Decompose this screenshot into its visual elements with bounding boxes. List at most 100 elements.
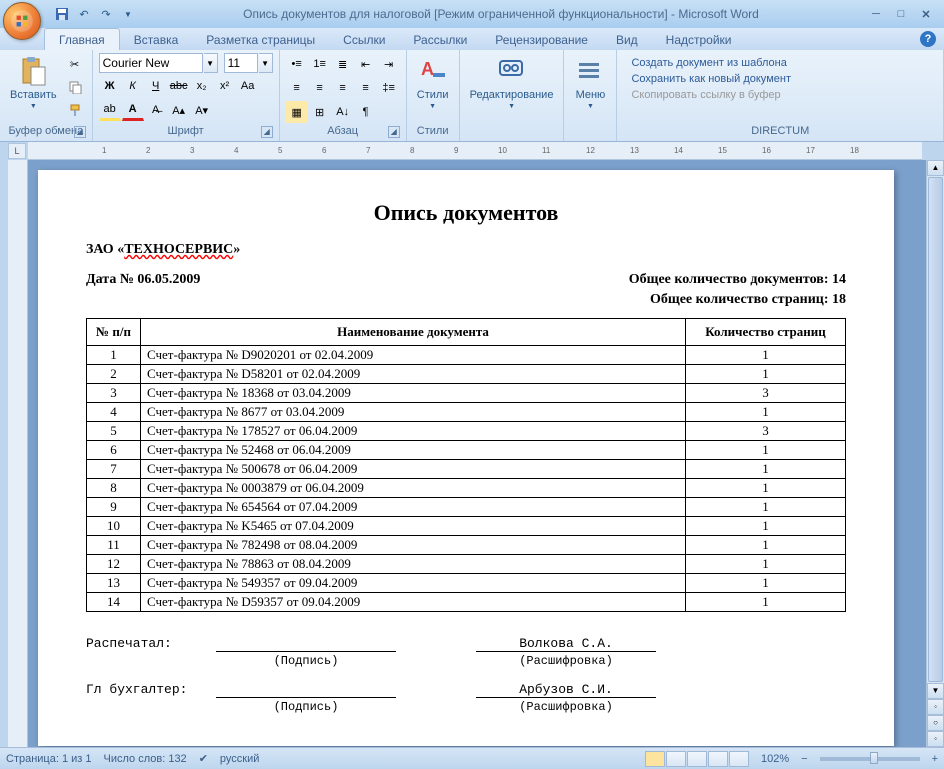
table-row: 9Счет-фактура № 654564 от 07.04.20091 (87, 498, 846, 517)
show-marks-icon[interactable]: ¶ (355, 101, 377, 123)
indent-right-icon[interactable]: ⇥ (378, 53, 400, 75)
dialog-launcher-icon[interactable]: ◢ (388, 126, 400, 138)
vertical-scrollbar[interactable]: ▲ ▼ ◦ ○ ◦ (926, 160, 944, 747)
multilevel-icon[interactable]: ≣ (332, 53, 354, 75)
change-case-icon[interactable]: Aa (237, 75, 259, 97)
subscript-icon[interactable]: x₂ (191, 75, 213, 97)
format-painter-icon[interactable] (64, 99, 86, 121)
tab-addins[interactable]: Надстройки (652, 29, 746, 50)
view-full-screen[interactable] (666, 751, 686, 767)
zoom-in-icon[interactable]: + (932, 753, 938, 765)
office-button[interactable] (3, 2, 41, 40)
chevron-down-icon[interactable]: ▼ (204, 53, 218, 73)
signatures: Распечатал: Волкова С.А. (Подпись) (Расш… (86, 636, 846, 714)
zoom-out-icon[interactable]: − (801, 753, 807, 765)
highlight-icon[interactable]: ab (99, 99, 121, 121)
group-font: ▼ ▼ Ж К Ч abc x₂ x² Aa ab A A̶ A▴ A▾ Шри… (93, 50, 280, 141)
link-save-as-new[interactable]: Сохранить как новый документ (631, 73, 791, 85)
tab-review[interactable]: Рецензирование (481, 29, 602, 50)
indent-left-icon[interactable]: ⇤ (355, 53, 377, 75)
scroll-up-icon[interactable]: ▲ (927, 160, 944, 176)
copy-icon[interactable] (64, 76, 86, 98)
table-row: 12Счет-фактура № 78863 от 08.04.20091 (87, 555, 846, 574)
status-language[interactable]: русский (220, 753, 259, 765)
bold-icon[interactable]: Ж (99, 75, 121, 97)
bullets-icon[interactable]: •≡ (286, 53, 308, 75)
group-directum: Создать документ из шаблона Сохранить ка… (617, 50, 944, 141)
prev-page-icon[interactable]: ◦ (927, 699, 944, 715)
superscript-icon[interactable]: x² (214, 75, 236, 97)
borders-icon[interactable]: ⊞ (309, 101, 331, 123)
line-spacing-icon[interactable]: ‡≡ (378, 77, 400, 99)
undo-icon[interactable]: ↶ (74, 4, 94, 24)
tab-home[interactable]: Главная (44, 28, 120, 50)
tab-mailings[interactable]: Рассылки (399, 29, 481, 50)
vertical-ruler[interactable] (8, 160, 28, 747)
proofing-icon[interactable]: ✔ (199, 752, 208, 765)
group-styles: AСтили▼ Стили (407, 50, 460, 141)
tab-page-layout[interactable]: Разметка страницы (192, 29, 329, 50)
save-icon[interactable] (52, 4, 72, 24)
scroll-down-icon[interactable]: ▼ (927, 683, 944, 699)
ruler-corner[interactable]: L (8, 143, 26, 159)
grow-font-icon[interactable]: A▴ (168, 99, 190, 121)
italic-icon[interactable]: К (122, 75, 144, 97)
font-color-icon[interactable]: A (122, 99, 144, 121)
group-clipboard: Вставить ▼ ✂ Буфер обмена◢ (0, 50, 93, 141)
table-row: 2Счет-фактура № D58201 от 02.04.20091 (87, 365, 846, 384)
dialog-launcher-icon[interactable]: ◢ (261, 126, 273, 138)
tab-insert[interactable]: Вставка (120, 29, 193, 50)
quick-access-toolbar: ↶ ↷ ▼ (52, 4, 138, 24)
scroll-thumb[interactable] (928, 177, 943, 682)
tab-view[interactable]: Вид (602, 29, 652, 50)
table-row: 6Счет-фактура № 52468 от 06.04.20091 (87, 441, 846, 460)
th-name: Наименование документа (141, 319, 686, 346)
font-size-input[interactable] (224, 53, 258, 73)
underline-icon[interactable]: Ч (145, 75, 167, 97)
view-web[interactable] (687, 751, 707, 767)
link-create-from-template[interactable]: Создать документ из шаблона (631, 57, 791, 69)
clear-format-icon[interactable]: A̶ (145, 99, 167, 121)
status-page[interactable]: Страница: 1 из 1 (6, 753, 92, 765)
horizontal-ruler[interactable]: 123456789101112131415161718 (28, 142, 922, 160)
document-area[interactable]: Опись документов ЗАО «ТЕХНОСЕРВИС» Дата … (28, 160, 926, 747)
browse-object-icon[interactable]: ○ (927, 715, 944, 731)
numbering-icon[interactable]: 1≡ (309, 53, 331, 75)
ribbon: Вставить ▼ ✂ Буфер обмена◢ ▼ ▼ Ж К Ч abc (0, 50, 944, 142)
th-pages: Количество страниц (686, 319, 846, 346)
qat-more-icon[interactable]: ▼ (118, 4, 138, 24)
align-center-icon[interactable]: ≡ (309, 77, 331, 99)
cut-icon[interactable]: ✂ (64, 53, 86, 75)
signer-2-name: Арбузов С.И. (476, 682, 656, 698)
editing-button[interactable]: Редактирование▼ (466, 53, 558, 112)
tab-references[interactable]: Ссылки (329, 29, 399, 50)
sort-icon[interactable]: A↓ (332, 101, 354, 123)
next-page-icon[interactable]: ◦ (927, 731, 944, 747)
shrink-font-icon[interactable]: A▾ (191, 99, 213, 121)
shading-icon[interactable]: ▦ (286, 101, 308, 123)
table-row: 14Счет-фактура № D59357 от 09.04.20091 (87, 593, 846, 612)
status-words[interactable]: Число слов: 132 (104, 753, 187, 765)
date-label: Дата № 06.05.2009 (86, 272, 200, 288)
close-button[interactable]: ✕ (914, 6, 938, 22)
help-icon[interactable]: ? (920, 31, 936, 47)
paste-button[interactable]: Вставить ▼ (6, 53, 61, 112)
font-name-input[interactable] (99, 53, 203, 73)
view-draft[interactable] (729, 751, 749, 767)
maximize-button[interactable]: □ (889, 6, 913, 22)
view-outline[interactable] (708, 751, 728, 767)
zoom-slider[interactable] (820, 757, 920, 761)
menu-button[interactable]: Меню▼ (570, 53, 610, 112)
view-print-layout[interactable] (645, 751, 665, 767)
redo-icon[interactable]: ↷ (96, 4, 116, 24)
justify-icon[interactable]: ≡ (355, 77, 377, 99)
strikethrough-icon[interactable]: abc (168, 75, 190, 97)
align-right-icon[interactable]: ≡ (332, 77, 354, 99)
chevron-down-icon[interactable]: ▼ (259, 53, 273, 73)
styles-button[interactable]: AСтили▼ (413, 53, 453, 112)
dialog-launcher-icon[interactable]: ◢ (74, 126, 86, 138)
ribbon-tabs: Главная Вставка Разметка страницы Ссылки… (0, 28, 944, 50)
align-left-icon[interactable]: ≡ (286, 77, 308, 99)
minimize-button[interactable]: ─ (864, 6, 888, 22)
status-zoom[interactable]: 102% (761, 753, 789, 765)
